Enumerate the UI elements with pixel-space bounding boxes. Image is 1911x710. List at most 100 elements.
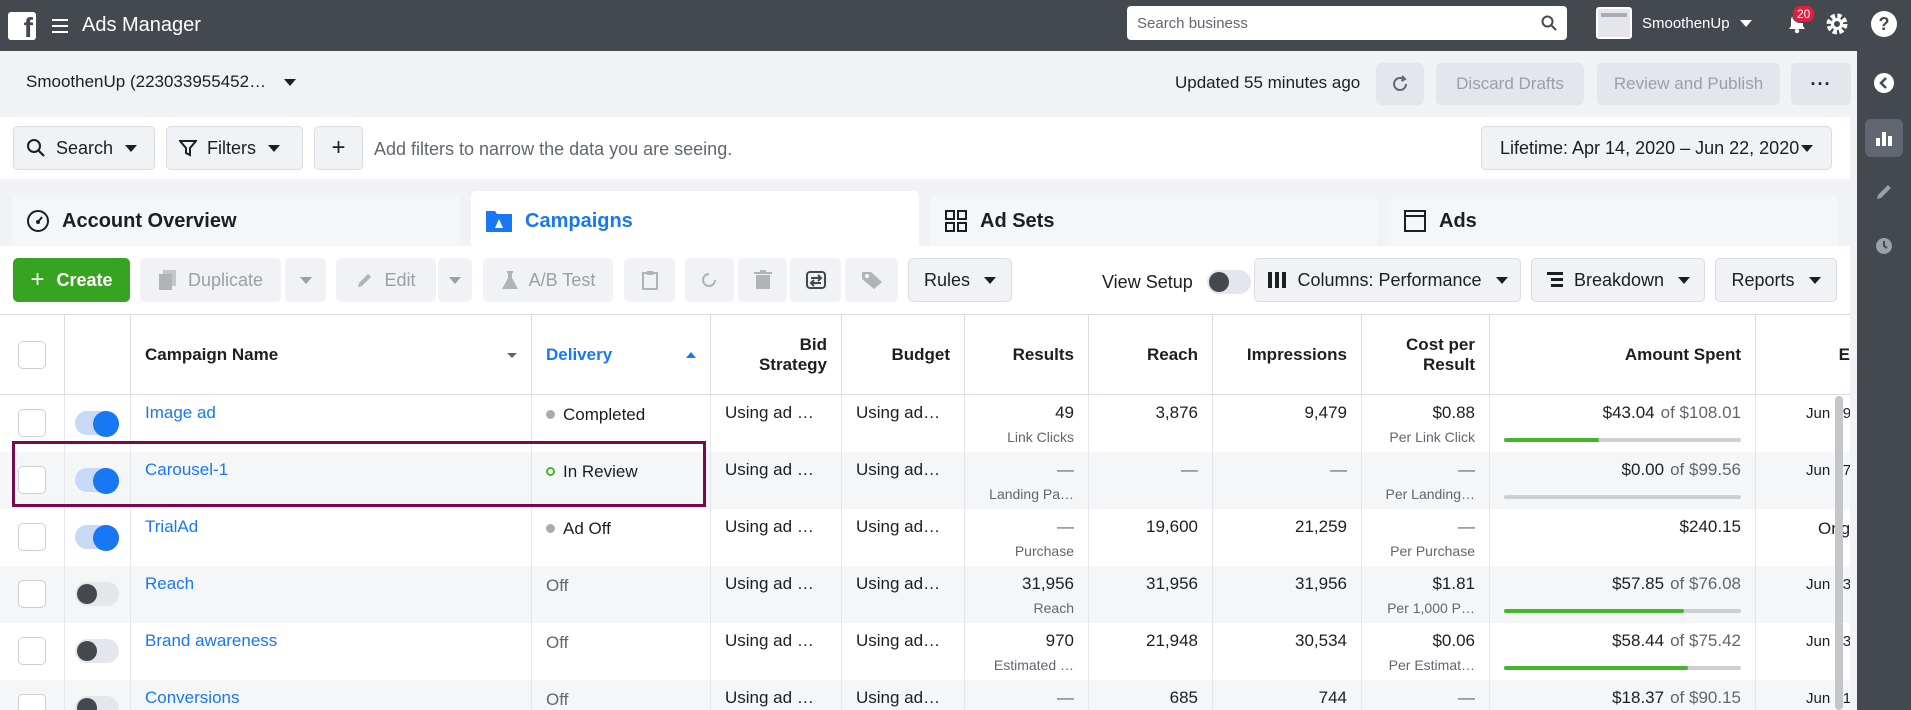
column-header-ends[interactable]: E (1756, 315, 1850, 395)
account-switcher[interactable]: SmoothenUp (1596, 6, 1752, 40)
amount-spent-value: $0.00 (1621, 460, 1665, 479)
edit-dropdown-button[interactable] (438, 258, 472, 302)
duplicate-button[interactable]: Duplicate (140, 258, 281, 302)
view-setup-switch[interactable] (1206, 270, 1251, 294)
rules-button[interactable]: Rules (908, 258, 1012, 302)
ad-account-selector[interactable]: SmoothenUp (223033955452… (26, 72, 297, 92)
app-title: Ads Manager (82, 14, 201, 36)
business-search-input[interactable] (1137, 14, 1541, 32)
cell-budget: Using ad… (842, 566, 965, 623)
edit-button[interactable]: Edit (336, 258, 436, 302)
export-button[interactable] (790, 258, 841, 302)
duplicate-dropdown-button[interactable] (285, 258, 326, 302)
reports-button[interactable]: Reports (1715, 258, 1837, 302)
view-setup-toggle[interactable]: View Setup (1102, 270, 1251, 294)
columns-icon (1268, 272, 1287, 288)
help-icon[interactable]: ? (1871, 11, 1897, 37)
row-checkbox[interactable] (18, 409, 46, 437)
campaign-toggle[interactable] (75, 468, 119, 494)
column-header-amount-spent[interactable]: Amount Spent (1490, 315, 1756, 395)
campaign-name-link[interactable]: TrialAd (145, 517, 198, 536)
campaign-toggle[interactable] (75, 582, 119, 606)
tab-ads[interactable]: Ads (1389, 196, 1838, 246)
budget-value: Using ad… (856, 631, 941, 650)
business-search-box[interactable] (1127, 6, 1567, 40)
add-filter-button[interactable]: + (314, 126, 363, 170)
date-range-picker[interactable]: Lifetime: Apr 14, 2020 – Jun 22, 2020 (1481, 126, 1832, 170)
create-button[interactable]: + Create (13, 258, 130, 302)
end-date: Jun 19 (1806, 405, 1850, 422)
campaign-toggle[interactable] (75, 525, 119, 551)
review-and-publish-button[interactable]: Review and Publish (1597, 63, 1780, 105)
cell-bid: Using ad … (711, 452, 842, 509)
table-row[interactable]: Brand awareness Off Using ad … Using ad… 970… (0, 623, 1850, 680)
hamburger-menu-icon[interactable] (52, 18, 68, 33)
filters-button[interactable]: Filters (166, 126, 303, 170)
row-checkbox[interactable] (18, 466, 46, 494)
column-header-reach[interactable]: Reach (1089, 315, 1213, 395)
table-row[interactable]: Carousel-1 In Review Using ad … Using ad… — L… (0, 452, 1850, 509)
campaign-name-link[interactable]: Carousel-1 (145, 460, 228, 479)
column-header-cost-per-result[interactable]: Cost per Result (1362, 315, 1490, 395)
chevron-down-icon (299, 276, 312, 284)
row-checkbox[interactable] (18, 523, 46, 551)
column-header-delivery[interactable]: Delivery (532, 315, 711, 395)
budget-value: Using ad… (856, 688, 941, 707)
facebook-logo-icon[interactable]: f (8, 11, 36, 41)
results-type: Landing Pa… (989, 486, 1074, 502)
edit-label: Edit (384, 269, 416, 290)
campaign-toolbar: + Create Duplicate Edit A/B Test Rules V… (0, 246, 1850, 314)
campaign-toggle[interactable] (75, 696, 119, 710)
search-filter-button[interactable]: Search (13, 126, 155, 170)
discard-drafts-button[interactable]: Discard Drafts (1436, 63, 1584, 105)
tab-campaigns[interactable]: Campaigns (471, 191, 919, 251)
campaign-name-link[interactable]: Conversions (145, 688, 240, 707)
cell-name: Brand awareness (131, 623, 532, 680)
columns-button[interactable]: Columns: Performance (1254, 258, 1521, 302)
column-header-budget[interactable]: Budget (842, 315, 965, 395)
row-checkbox[interactable] (18, 694, 46, 710)
table-row[interactable]: Conversions Off Using ad … Using ad… — 685 744… (0, 680, 1850, 710)
table-row[interactable]: Reach Off Using ad … Using ad… 31,956 Reach 31… (0, 566, 1850, 623)
charts-button[interactable] (1865, 119, 1903, 157)
toggle-knob (77, 698, 97, 710)
tab-ad-sets[interactable]: Ad Sets (930, 196, 1378, 246)
cell-budget: Using ad… (842, 395, 965, 452)
clipboard-button[interactable] (624, 258, 675, 302)
ab-test-label: A/B Test (528, 269, 596, 290)
campaign-name-link[interactable]: Reach (145, 574, 194, 593)
collapse-panel-button[interactable] (1865, 64, 1903, 102)
cell-name: TrialAd (131, 509, 532, 566)
tab-account-overview[interactable]: Account Overview (12, 196, 460, 246)
ab-test-button[interactable]: A/B Test (483, 258, 613, 302)
delete-button[interactable] (738, 258, 787, 302)
select-all-checkbox[interactable] (18, 341, 46, 369)
revert-button[interactable] (685, 258, 734, 302)
edit-panel-button[interactable] (1865, 173, 1903, 211)
column-header-results[interactable]: Results (965, 315, 1089, 395)
pencil-icon (358, 274, 372, 287)
cell-budget: Using ad… (842, 680, 965, 710)
column-header-bid-strategy[interactable]: Bid Strategy (711, 315, 842, 395)
cell-name: Conversions (131, 680, 532, 710)
column-header-campaign-name[interactable]: Campaign Name (131, 315, 532, 395)
campaign-name-link[interactable]: Image ad (145, 403, 216, 422)
row-checkbox[interactable] (18, 637, 46, 665)
campaign-toggle[interactable] (75, 411, 119, 437)
history-button[interactable] (1865, 227, 1903, 265)
campaign-name-link[interactable]: Brand awareness (145, 631, 277, 650)
more-options-button[interactable]: ··· (1791, 63, 1851, 105)
campaign-toggle[interactable] (75, 639, 119, 663)
row-checkbox[interactable] (18, 580, 46, 608)
tag-button[interactable] (845, 258, 898, 302)
table-row[interactable]: TrialAd Ad Off Using ad … Using ad… — Purchas… (0, 509, 1850, 566)
gear-icon[interactable] (1824, 11, 1850, 37)
table-row[interactable]: Image ad Completed Using ad … Using ad… 49 Li… (0, 395, 1850, 452)
bid-value: Using ad … (725, 574, 814, 593)
header-label: Bid Strategy (758, 335, 827, 374)
breakdown-button[interactable]: Breakdown (1531, 258, 1705, 302)
refresh-button[interactable] (1376, 63, 1424, 105)
cell-budget: Using ad… (842, 509, 965, 566)
vertical-scrollbar[interactable] (1835, 396, 1843, 710)
column-header-impressions[interactable]: Impressions (1213, 315, 1362, 395)
